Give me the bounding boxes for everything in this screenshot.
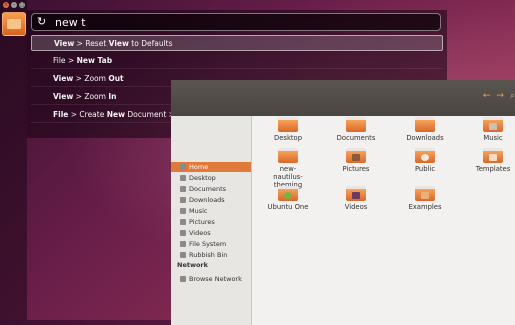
- search-icon[interactable]: ⌕: [510, 91, 515, 101]
- sidebar-item-pictures[interactable]: Pictures: [180, 217, 215, 227]
- sidebar-item-home[interactable]: Home: [171, 162, 251, 172]
- result-match: New Tab: [76, 56, 113, 65]
- file-item[interactable]: Downloads: [394, 117, 456, 142]
- file-item[interactable]: Documents: [325, 117, 387, 142]
- sidebar-item-file-system[interactable]: File System: [180, 239, 226, 249]
- launcher: × – □: [0, 0, 27, 320]
- result-rest: to Defaults: [128, 39, 173, 48]
- file-label: Videos: [344, 203, 368, 211]
- file-label: Public: [414, 165, 436, 173]
- sidebar-item-label: Downloads: [189, 196, 225, 204]
- back-icon[interactable]: ←: [483, 91, 491, 101]
- templates-folder-icon: [483, 148, 503, 163]
- sidebar-item-downloads[interactable]: Downloads: [180, 195, 225, 205]
- close-icon[interactable]: ×: [3, 2, 9, 8]
- file-item[interactable]: Ubuntu One: [257, 186, 319, 211]
- pictures-icon: [180, 219, 186, 225]
- sidebar-item-rubbish-bin[interactable]: Rubbish Bin: [180, 250, 227, 260]
- file-manager-window: ← → ⌕ Home Desktop Documents Downloads Mus…: [171, 80, 515, 325]
- pictures-folder-icon: [346, 148, 366, 163]
- videos-folder-icon: [346, 186, 366, 201]
- sidebar-item-videos[interactable]: Videos: [180, 228, 211, 238]
- folder-icon: [346, 117, 366, 132]
- result-item[interactable]: File > New Tab: [31, 53, 443, 69]
- sidebar-item-label: Documents: [189, 185, 227, 193]
- sidebar-item-label: Home: [189, 163, 209, 171]
- nav-controls: ← → ⌕: [477, 91, 515, 101]
- downloads-icon: [180, 197, 186, 203]
- result-menu: View: [53, 92, 74, 101]
- sidebar: Home Desktop Documents Downloads Music P…: [171, 116, 252, 325]
- maximize-icon[interactable]: □: [19, 2, 25, 8]
- file-item[interactable]: new-nautilus-theming: [257, 148, 319, 189]
- file-item[interactable]: Videos: [325, 186, 387, 211]
- sidebar-item-music[interactable]: Music: [180, 206, 208, 216]
- file-label: Downloads: [406, 134, 444, 142]
- file-label: Templates: [475, 165, 511, 173]
- files-app-icon[interactable]: [2, 12, 26, 36]
- result-sep: > Create: [68, 110, 107, 119]
- documents-icon: [180, 186, 186, 192]
- sidebar-item-label: Browse Network: [189, 275, 242, 283]
- file-label: Desktop: [273, 134, 303, 142]
- desktop-icon: [180, 175, 186, 181]
- home-icon: [180, 164, 186, 170]
- sidebar-heading-network: Network: [177, 261, 208, 269]
- sidebar-item-label: Pictures: [189, 218, 215, 226]
- result-match: New: [106, 110, 126, 119]
- result-menu: File: [53, 110, 69, 119]
- window-controls: × – □: [3, 2, 25, 8]
- file-manager-toolbar: ← → ⌕: [171, 80, 515, 116]
- file-item[interactable]: Desktop: [257, 117, 319, 142]
- sidebar-item-label: Rubbish Bin: [189, 251, 228, 259]
- sidebar-item-desktop[interactable]: Desktop: [180, 173, 216, 183]
- sidebar-item-label: Videos: [189, 229, 211, 237]
- folder-icon: [278, 117, 298, 132]
- folder-icon: [415, 117, 435, 132]
- result-match: View: [108, 39, 129, 48]
- result-sep: > Zoom: [73, 92, 109, 101]
- file-item[interactable]: Pictures: [325, 148, 387, 173]
- file-item[interactable]: Music: [462, 117, 515, 142]
- result-sep: > Zoom: [73, 74, 109, 83]
- drive-icon: [180, 241, 186, 247]
- file-label: Documents: [336, 134, 376, 142]
- file-item[interactable]: Public: [394, 148, 456, 173]
- search-query[interactable]: new t: [55, 16, 86, 29]
- ubuntu-one-folder-icon: [278, 186, 298, 201]
- public-folder-icon: [415, 148, 435, 163]
- result-match: Out: [108, 74, 124, 83]
- result-item[interactable]: View > Reset View to Defaults: [31, 35, 443, 51]
- result-menu: File: [53, 56, 66, 65]
- music-icon: [180, 208, 186, 214]
- file-item[interactable]: Examples: [394, 186, 456, 211]
- file-item[interactable]: Templates: [462, 148, 515, 173]
- result-match: In: [108, 92, 117, 101]
- music-folder-icon: [483, 117, 503, 132]
- result-menu: View: [53, 74, 74, 83]
- search-input[interactable]: ↻ new t: [31, 13, 441, 31]
- result-menu: View: [54, 39, 75, 48]
- sidebar-item-browse-network[interactable]: Browse Network: [180, 274, 242, 284]
- spinner-icon: ↻: [37, 15, 47, 28]
- result-sep: >: [65, 56, 77, 65]
- sidebar-item-label: Desktop: [189, 174, 216, 182]
- file-label: Pictures: [342, 165, 370, 173]
- videos-icon: [180, 230, 186, 236]
- network-icon: [180, 276, 186, 282]
- result-sep: > Reset: [74, 39, 109, 48]
- forward-icon[interactable]: →: [496, 91, 504, 101]
- examples-folder-icon: [415, 186, 435, 201]
- sidebar-item-documents[interactable]: Documents: [180, 184, 226, 194]
- file-label: Music: [483, 134, 503, 142]
- file-label: Ubuntu One: [267, 203, 309, 211]
- sidebar-item-label: File System: [189, 240, 227, 248]
- sidebar-item-label: Music: [189, 207, 208, 215]
- minimize-icon[interactable]: –: [11, 2, 17, 8]
- file-label: Examples: [408, 203, 442, 211]
- folder-icon: [278, 148, 298, 163]
- trash-icon: [180, 252, 186, 258]
